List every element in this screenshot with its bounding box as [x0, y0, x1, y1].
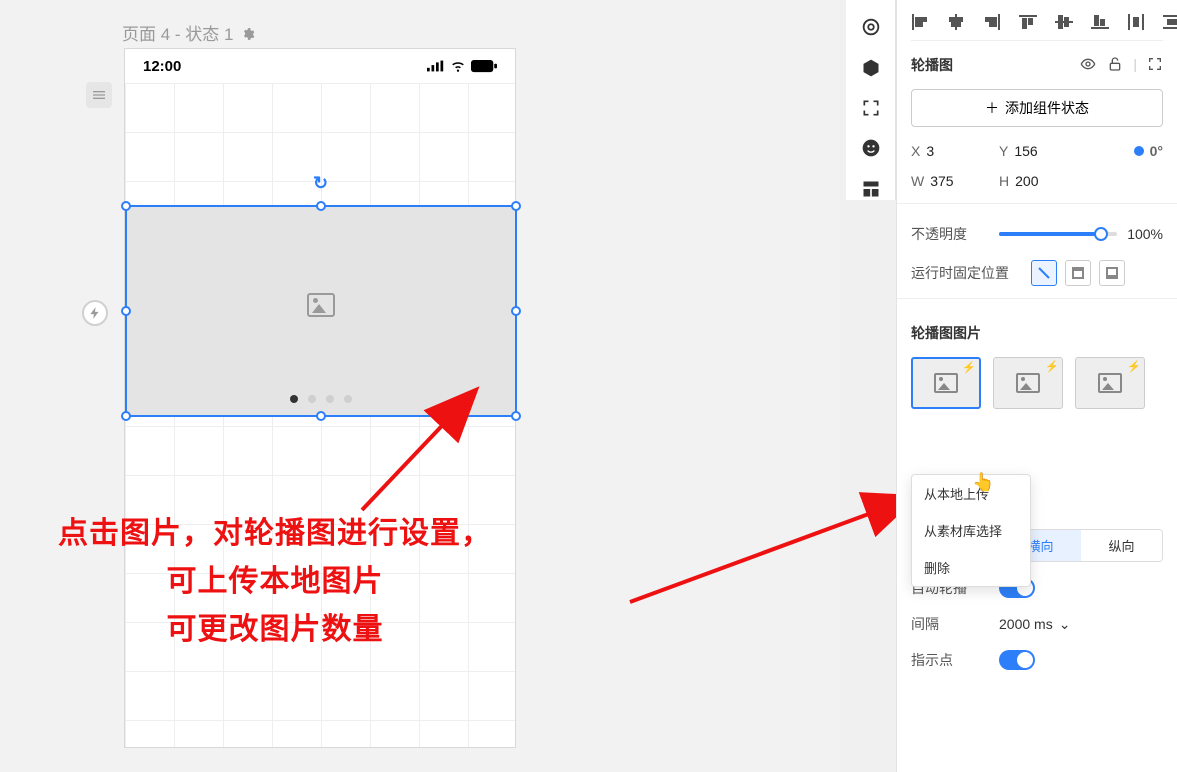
page-title-text: 页面 4 - 状态 1 [122, 20, 233, 45]
h-value[interactable]: 200 [1015, 173, 1038, 189]
opacity-row: 不透明度 100% [911, 216, 1163, 252]
canvas-area[interactable]: 页面 4 - 状态 1 12:00 ↻ [0, 0, 840, 772]
menu-upload-local[interactable]: 从本地上传 [912, 475, 1030, 512]
status-icons [427, 59, 497, 73]
image-thumbs: ⚡ ⚡ ⚡ [911, 351, 1163, 411]
align-vcenter-icon[interactable] [1055, 14, 1073, 30]
carousel-dots [127, 395, 515, 403]
rotation-value[interactable]: 0° [1134, 143, 1163, 159]
plus-icon: ＋ [985, 98, 999, 118]
add-state-label: 添加组件状态 [1005, 98, 1089, 118]
image-placeholder-icon [307, 293, 335, 317]
status-bar: 12:00 [125, 49, 515, 83]
indicator-row: 指示点 [911, 642, 1163, 678]
annotation-text: 点击图片，对轮播图进行设置， 可上传本地图片 可更改图片数量 [40, 510, 510, 654]
opacity-value[interactable]: 100% [1127, 226, 1163, 242]
bolt-icon: ⚡ [1127, 360, 1141, 373]
bolt-icon: ⚡ [1045, 360, 1059, 373]
image-thumb-1[interactable]: ⚡ [911, 357, 981, 409]
component-header: 轮播图 | [911, 41, 1163, 89]
battery-icon [471, 60, 497, 73]
resize-handle[interactable] [316, 411, 326, 421]
resize-handle[interactable] [511, 411, 521, 421]
wifi-icon [449, 59, 467, 73]
resize-handle[interactable] [511, 306, 521, 316]
expand-icon[interactable] [1147, 56, 1163, 75]
distribute-h-icon[interactable] [1127, 14, 1145, 30]
interval-row: 间隔 2000 ms ⌄ [911, 606, 1163, 642]
cube-icon[interactable] [859, 56, 883, 78]
y-value[interactable]: 156 [1014, 143, 1037, 159]
align-right-icon[interactable] [983, 14, 1001, 30]
align-top-icon[interactable] [1019, 14, 1037, 30]
bolt-icon: ⚡ [962, 361, 976, 374]
lightning-icon[interactable] [82, 300, 108, 326]
scroll-vertical[interactable]: 纵向 [1081, 530, 1162, 561]
images-section-title: 轮播图图片 [911, 311, 1163, 351]
target-icon[interactable] [859, 16, 883, 38]
image-context-menu: 从本地上传 从素材库选择 删除 [911, 474, 1031, 587]
page-title: 页面 4 - 状态 1 [122, 20, 255, 45]
tool-strip [846, 0, 896, 200]
x-value[interactable]: 3 [926, 143, 934, 159]
menu-from-library[interactable]: 从素材库选择 [912, 512, 1030, 549]
properties-panel: 轮播图 | ＋ 添加组件状态 X3 Y156 0° W375 H200 不透明度… [896, 0, 1177, 772]
eye-icon[interactable] [1079, 56, 1097, 75]
resize-handle[interactable] [121, 411, 131, 421]
resize-handle[interactable] [511, 201, 521, 211]
fullscreen-icon[interactable] [859, 97, 883, 119]
layout-icon[interactable] [859, 178, 883, 200]
status-time: 12:00 [143, 58, 181, 75]
smiley-icon[interactable] [859, 137, 883, 159]
fixed-none[interactable] [1031, 260, 1057, 286]
image-thumb-3[interactable]: ⚡ [1075, 357, 1145, 409]
align-bottom-icon[interactable] [1091, 14, 1109, 30]
resize-handle[interactable] [121, 306, 131, 316]
image-thumb-2[interactable]: ⚡ [993, 357, 1063, 409]
fixed-bottom[interactable] [1099, 260, 1125, 286]
coords-block: X3 Y156 0° W375 H200 [911, 127, 1163, 199]
align-hcenter-icon[interactable] [947, 14, 965, 30]
lock-icon[interactable] [1107, 56, 1123, 75]
carousel-component[interactable]: ↻ [125, 205, 517, 417]
opacity-slider[interactable] [999, 232, 1117, 236]
fixed-position-row: 运行时固定位置 [911, 252, 1163, 294]
gear-icon[interactable] [241, 26, 255, 40]
menu-delete[interactable]: 删除 [912, 549, 1030, 586]
fixed-top[interactable] [1065, 260, 1091, 286]
interval-select[interactable]: 2000 ms ⌄ [999, 616, 1070, 633]
signal-icon [427, 60, 445, 72]
list-icon[interactable] [86, 82, 112, 108]
align-row [911, 0, 1163, 41]
chevron-down-icon: ⌄ [1059, 616, 1071, 633]
add-state-button[interactable]: ＋ 添加组件状态 [911, 89, 1163, 127]
component-name: 轮播图 [911, 55, 953, 75]
w-value[interactable]: 375 [930, 173, 953, 189]
resize-handle[interactable] [316, 201, 326, 211]
align-left-icon[interactable] [911, 14, 929, 30]
indicator-toggle[interactable] [999, 650, 1035, 670]
resize-handle[interactable] [121, 201, 131, 211]
distribute-v-icon[interactable] [1163, 14, 1177, 30]
rotate-icon[interactable]: ↻ [313, 173, 328, 194]
